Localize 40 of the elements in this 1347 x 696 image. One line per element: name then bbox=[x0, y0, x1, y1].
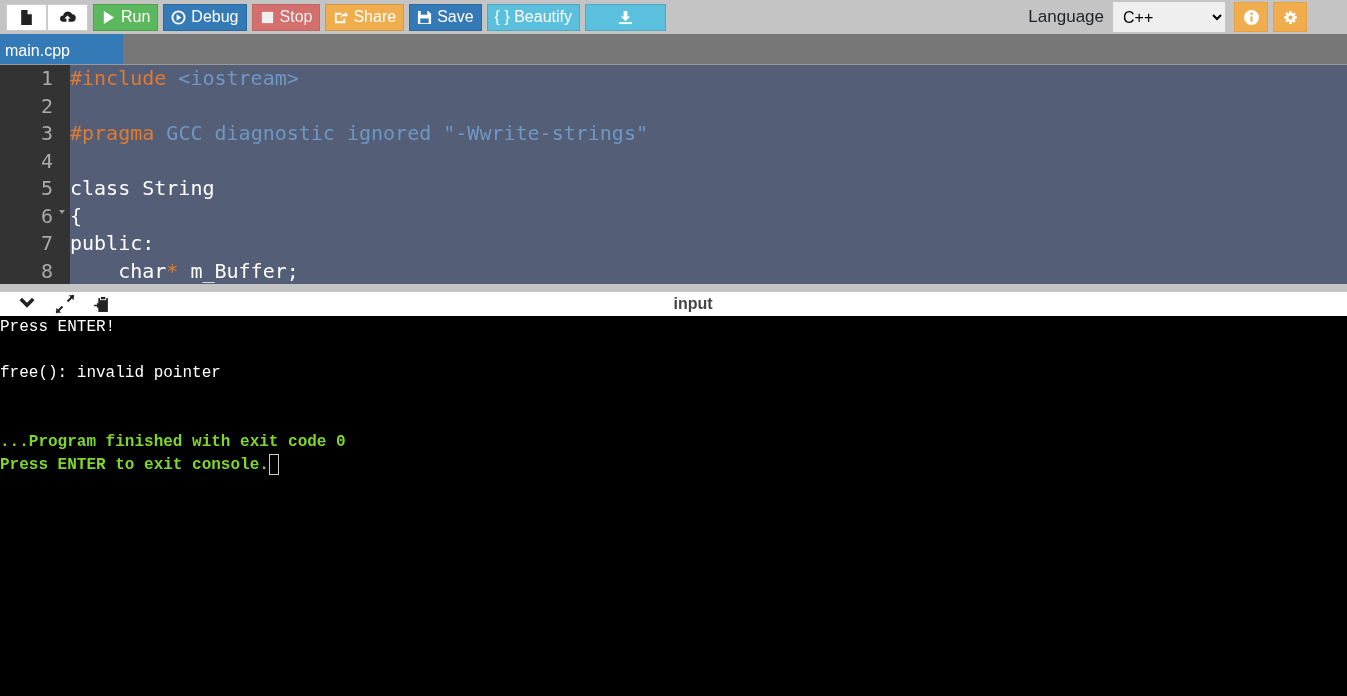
stop-icon bbox=[259, 9, 275, 25]
line-number: 2 bbox=[40, 93, 53, 118]
debug-icon bbox=[171, 9, 187, 25]
toolbar-button[interactable]: Run bbox=[93, 3, 159, 31]
language-select[interactable]: C++ bbox=[1113, 2, 1225, 32]
download-button[interactable] bbox=[585, 3, 666, 31]
code-line: #pragma GCC diagnostic ignored "-Wwrite-strings" bbox=[70, 121, 648, 145]
language-label: Language bbox=[1028, 6, 1104, 29]
code-line: class String bbox=[70, 176, 215, 200]
line-number: 1 bbox=[40, 66, 53, 90]
line-number: 3 bbox=[40, 121, 53, 145]
code-line: #include <iostream> bbox=[70, 66, 299, 90]
gear-icon bbox=[1281, 8, 1299, 26]
line-number: 6 bbox=[40, 203, 53, 228]
clipboard-icon bbox=[93, 295, 110, 313]
expand-arrows-icon bbox=[55, 294, 75, 314]
line-number: 8 bbox=[40, 258, 53, 283]
toolbar-button[interactable]: Debug bbox=[163, 3, 247, 31]
info-icon bbox=[1242, 8, 1260, 26]
console-line: ...Program finished with exit code 0 bbox=[0, 433, 346, 451]
play-icon bbox=[101, 9, 116, 25]
new-file-button[interactable] bbox=[6, 3, 47, 31]
line-number: 4 bbox=[40, 148, 53, 173]
download-icon bbox=[618, 9, 633, 25]
share-icon bbox=[333, 9, 349, 25]
console-line: Press ENTER to exit console. bbox=[0, 456, 269, 474]
code-editor[interactable]: #include <iostream> #pragma GCC diagnostic ignored "-Wwrite-strings" class String { public: char* m_Buffer; bbox=[70, 65, 1347, 284]
code-line: { bbox=[70, 203, 83, 228]
file-tab[interactable]: main.cpp bbox=[0, 34, 123, 64]
line-number: 5 bbox=[40, 176, 53, 200]
line-number: 7 bbox=[40, 231, 53, 255]
toolbar-button[interactable]: Save bbox=[409, 3, 482, 31]
code-line: public: bbox=[70, 231, 155, 255]
upload-button[interactable] bbox=[47, 3, 88, 31]
code-line: char* m_Buffer; bbox=[117, 258, 299, 283]
file-icon bbox=[18, 8, 35, 26]
console-line: free(): invalid pointer bbox=[0, 364, 221, 382]
fold-arrow-icon[interactable] bbox=[59, 209, 65, 214]
console-title: input bbox=[673, 294, 713, 314]
console-line: Press ENTER! bbox=[0, 318, 116, 336]
